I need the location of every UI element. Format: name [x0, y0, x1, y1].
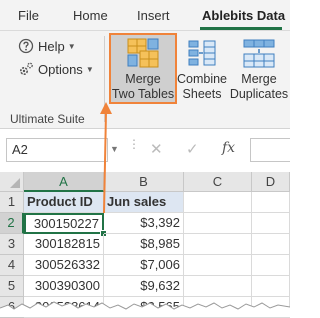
options-label: Options	[38, 61, 83, 77]
merge-two-tables-button[interactable]: Merge Two Tables	[109, 34, 177, 106]
cell-a4[interactable]: 300526332	[24, 255, 104, 276]
merge-tables-icon	[127, 38, 159, 68]
help-icon	[18, 38, 34, 54]
cell-c3[interactable]	[184, 234, 252, 255]
cell-d6[interactable]	[252, 297, 290, 318]
ribbon: File Home Insert Ablebits Data Help ▼ Op…	[0, 0, 290, 128]
cell-d4[interactable]	[252, 255, 290, 276]
merge-duplicates-icon	[243, 39, 275, 68]
enter-check-icon[interactable]: ✓	[186, 140, 199, 158]
ribbon-tabs: File Home Insert Ablebits Data	[0, 0, 290, 30]
options-button[interactable]: Options ▼	[18, 61, 94, 77]
tab-file[interactable]: File	[18, 8, 39, 23]
name-box[interactable]: A2	[6, 138, 108, 162]
select-all-corner[interactable]	[0, 172, 24, 192]
help-button[interactable]: Help ▼	[18, 38, 76, 54]
worksheet-grid: A B C D 1 Product ID Jun sales 2 3001502…	[0, 172, 290, 318]
column-header-a[interactable]: A	[24, 172, 104, 192]
row-header-1[interactable]: 1	[0, 192, 24, 213]
cell-c1[interactable]	[184, 192, 252, 213]
options-caret-icon: ▼	[85, 64, 94, 74]
cell-d1[interactable]	[252, 192, 290, 213]
cell-a2-active[interactable]: 300150227	[24, 213, 104, 234]
cell-d3[interactable]	[252, 234, 290, 255]
cancel-icon[interactable]: ✕	[150, 140, 163, 158]
row-header-3[interactable]: 3	[0, 234, 24, 255]
merge-two-tables-label-line2: Two Tables	[111, 87, 175, 101]
cell-b6[interactable]: $3,565	[104, 297, 184, 318]
tab-home[interactable]: Home	[73, 8, 108, 23]
cell-b1[interactable]: Jun sales	[104, 192, 184, 213]
tab-ablebits-data[interactable]: Ablebits Data	[202, 8, 285, 23]
merge-two-tables-label-line1: Merge	[125, 72, 161, 86]
row-header-6[interactable]: 6	[0, 297, 24, 318]
row-header-4[interactable]: 4	[0, 255, 24, 276]
merge-duplicates-button[interactable]: Merge Duplicates	[229, 34, 289, 106]
merge-duplicates-label-line1: Merge	[241, 72, 277, 86]
cell-d2[interactable]	[252, 213, 290, 234]
tab-divider	[0, 30, 290, 31]
cell-c2[interactable]	[184, 213, 252, 234]
cell-c4[interactable]	[184, 255, 252, 276]
combine-sheets-label-line2: Sheets	[182, 87, 222, 101]
cell-a5[interactable]: 300390300	[24, 276, 104, 297]
group-label-ultimate-suite: Ultimate Suite	[10, 112, 85, 126]
row-header-5[interactable]: 5	[0, 276, 24, 297]
cell-b5[interactable]: $9,632	[104, 276, 184, 297]
column-header-c[interactable]: C	[184, 172, 252, 192]
insert-function-icon[interactable]: fx	[222, 140, 235, 156]
column-header-d[interactable]: D	[252, 172, 290, 192]
name-box-dropdown-icon[interactable]: ▼	[110, 144, 119, 154]
combine-sheets-icon	[188, 40, 216, 66]
cell-d5[interactable]	[252, 276, 290, 297]
combine-sheets-label-line1: Combine	[176, 72, 228, 86]
formula-input[interactable]	[250, 138, 290, 162]
cell-c5[interactable]	[184, 276, 252, 297]
cell-a1[interactable]: Product ID	[24, 192, 104, 213]
select-all-triangle-icon	[10, 178, 20, 188]
cell-b2[interactable]: $3,392	[104, 213, 184, 234]
formula-bar-grip-icon[interactable]: ⋮	[128, 138, 140, 159]
column-header-b[interactable]: B	[104, 172, 184, 192]
gear-icon	[19, 62, 33, 76]
row-header-2[interactable]: 2	[0, 213, 24, 234]
cell-a3[interactable]: 300182815	[24, 234, 104, 255]
merge-duplicates-label-line2: Duplicates	[229, 87, 289, 101]
cell-b3[interactable]: $8,985	[104, 234, 184, 255]
cell-a6[interactable]: 300538614	[24, 297, 104, 318]
cell-b4[interactable]: $7,006	[104, 255, 184, 276]
help-caret-icon: ▼	[67, 41, 76, 51]
group-separator	[104, 36, 105, 122]
cell-c6[interactable]	[184, 297, 252, 318]
combine-sheets-button[interactable]: Combine Sheets	[176, 34, 228, 106]
help-label: Help	[38, 38, 65, 54]
tab-insert[interactable]: Insert	[137, 8, 170, 23]
